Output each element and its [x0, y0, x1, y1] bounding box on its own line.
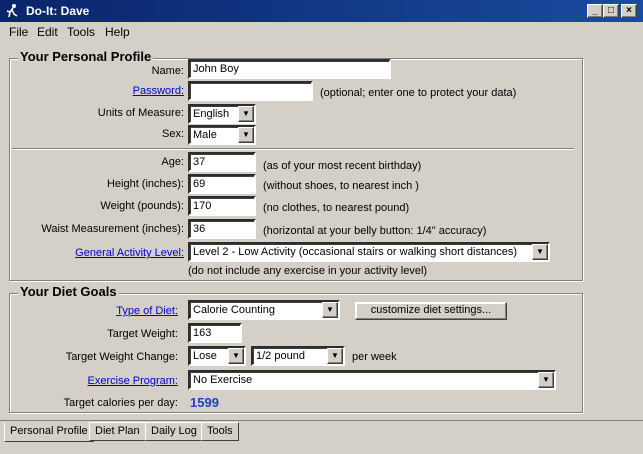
target-weight-field[interactable]: 163 — [188, 323, 242, 343]
title-bar[interactable]: Do-It: Dave _ □ × — [0, 0, 643, 22]
exercise-program-select[interactable]: No Exercise ▼ — [188, 370, 556, 390]
weight-change-label: Target Weight Change: — [65, 351, 178, 363]
weight-change-amount-select[interactable]: 1/2 pound ▼ — [251, 346, 345, 366]
password-link[interactable]: Password: — [133, 85, 184, 97]
sex-label: Sex: — [161, 128, 184, 140]
activity-level-select[interactable]: Level 2 - Low Activity (occasional stair… — [188, 242, 550, 262]
age-note: (as of your most recent birthday) — [263, 160, 422, 172]
chevron-down-icon[interactable]: ▼ — [228, 348, 244, 364]
chevron-down-icon[interactable]: ▼ — [238, 127, 254, 143]
units-label: Units of Measure: — [97, 107, 184, 119]
weight-note: (no clothes, to nearest pound) — [263, 202, 410, 214]
height-field[interactable]: 69 — [188, 174, 256, 194]
weight-change-amount-value: 1/2 pound — [256, 350, 305, 362]
height-label: Height (inches): — [106, 178, 184, 190]
personal-profile-title: Your Personal Profile — [18, 49, 154, 64]
sex-value: Male — [193, 129, 217, 141]
chevron-down-icon[interactable]: ▼ — [538, 372, 554, 388]
per-week-text: per week — [352, 351, 397, 363]
customize-diet-button[interactable]: customize diet settings... — [355, 302, 507, 320]
activity-note: (do not include any exercise in your act… — [188, 265, 428, 277]
target-calories-label: Target calories per day: — [63, 397, 178, 409]
chevron-down-icon[interactable]: ▼ — [327, 348, 343, 364]
units-select[interactable]: English ▼ — [188, 104, 256, 124]
password-note: (optional; enter one to protect your dat… — [320, 87, 517, 99]
weight-field[interactable]: 170 — [188, 196, 256, 216]
sex-select[interactable]: Male ▼ — [188, 125, 256, 145]
running-person-icon — [6, 4, 18, 18]
activity-level-link[interactable]: General Activity Level: — [75, 247, 184, 259]
app-window: Do-It: Dave _ □ × File Edit Tools Help Y… — [0, 0, 643, 454]
age-label: Age: — [161, 156, 184, 168]
exercise-program-value: No Exercise — [193, 374, 253, 386]
diet-type-value: Calorie Counting — [193, 304, 275, 316]
weight-change-direction-select[interactable]: Lose ▼ — [188, 346, 246, 366]
menu-help[interactable]: Help — [105, 25, 130, 39]
tab-strip-line — [0, 420, 643, 421]
target-calories-value: 1599 — [190, 395, 219, 410]
diet-goals-title: Your Diet Goals — [18, 284, 119, 299]
waist-note: (horizontal at your belly button: 1/4" a… — [263, 225, 487, 237]
weight-label: Weight (pounds): — [100, 200, 184, 212]
password-field[interactable] — [188, 81, 313, 101]
maximize-button[interactable]: □ — [603, 4, 619, 18]
menu-edit[interactable]: Edit — [37, 25, 58, 39]
age-field[interactable]: 37 — [188, 152, 256, 172]
tab-tools[interactable]: Tools — [201, 422, 239, 441]
section-divider — [12, 148, 574, 150]
minimize-button[interactable]: _ — [587, 4, 603, 18]
height-note: (without shoes, to nearest inch ) — [263, 180, 419, 192]
menu-file[interactable]: File — [9, 25, 28, 39]
diet-type-select[interactable]: Calorie Counting ▼ — [188, 300, 340, 320]
menu-tools[interactable]: Tools — [67, 25, 95, 39]
waist-label: Waist Measurement (inches): — [41, 223, 184, 235]
close-button[interactable]: × — [621, 4, 637, 18]
profile-page: Your Personal Profile Name: John Boy Pas… — [3, 44, 585, 418]
window-title: Do-It: Dave — [26, 4, 90, 18]
diet-type-link[interactable]: Type of Diet: — [116, 305, 178, 317]
name-field[interactable]: John Boy — [188, 59, 391, 79]
units-value: English — [193, 108, 230, 120]
tab-diet-plan[interactable]: Diet Plan — [89, 422, 146, 441]
activity-level-value: Level 2 - Low Activity (occasional stair… — [193, 246, 518, 258]
weight-change-direction-value: Lose — [193, 350, 217, 362]
name-label: Name: — [151, 65, 184, 77]
chevron-down-icon[interactable]: ▼ — [322, 302, 338, 318]
waist-field[interactable]: 36 — [188, 219, 256, 239]
exercise-program-link[interactable]: Exercise Program: — [88, 375, 178, 387]
tab-daily-log[interactable]: Daily Log — [145, 422, 203, 441]
menu-bar: File Edit Tools Help — [0, 22, 643, 42]
chevron-down-icon[interactable]: ▼ — [238, 106, 254, 122]
tab-personal-profile[interactable]: Personal Profile — [4, 422, 94, 442]
chevron-down-icon[interactable]: ▼ — [532, 244, 548, 260]
target-weight-label: Target Weight: — [107, 328, 178, 340]
